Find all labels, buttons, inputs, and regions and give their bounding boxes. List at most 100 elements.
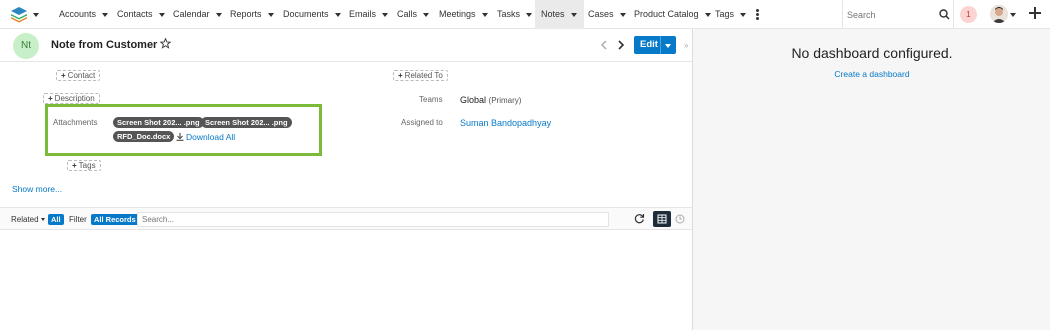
- show-more-link[interactable]: Show more...: [12, 184, 62, 194]
- global-search: [842, 0, 954, 29]
- chevron-down-icon[interactable]: [740, 12, 747, 17]
- plus-icon: +: [61, 71, 66, 80]
- attachment-chip[interactable]: Screen Shot 202... .png: [201, 117, 292, 128]
- add-related-to-pill[interactable]: + Related To: [393, 70, 448, 81]
- nav-accounts[interactable]: Accounts: [59, 0, 109, 29]
- add-contact-pill[interactable]: + Contact: [56, 70, 101, 81]
- download-all-link[interactable]: Download All: [176, 132, 235, 142]
- pill-label: Tags: [78, 161, 96, 170]
- chevron-down-icon[interactable]: [1010, 13, 1016, 17]
- page-title: Note from Customer: [51, 39, 158, 51]
- app-logo-menu[interactable]: [10, 6, 40, 23]
- filter-label: Filter: [69, 215, 87, 224]
- double-chevron-right-icon[interactable]: »: [684, 41, 688, 50]
- pill-label: Related To: [404, 71, 443, 80]
- teams-value[interactable]: Global (Primary): [460, 95, 521, 105]
- no-dashboard-message: No dashboard configured.: [791, 45, 953, 61]
- chevron-down-icon[interactable]: [423, 12, 430, 17]
- attachments-label: Attachments: [53, 118, 98, 127]
- edit-button-label: Edit: [640, 39, 658, 50]
- nav-emails[interactable]: Emails: [349, 0, 389, 29]
- chevron-left-icon[interactable]: [600, 40, 608, 50]
- nav-label: Calendar: [173, 9, 210, 19]
- attachment-chip[interactable]: RFD_Doc.docx: [113, 131, 175, 142]
- favorite-star-icon[interactable]: [160, 38, 171, 49]
- nav-label: Calls: [397, 9, 418, 19]
- quick-create-plus-icon[interactable]: [1029, 7, 1041, 19]
- global-search-input[interactable]: [847, 7, 927, 22]
- add-description-pill[interactable]: + Description: [43, 93, 100, 104]
- record-avatar: Nt: [13, 33, 39, 59]
- chevron-down-icon[interactable]: [481, 12, 488, 17]
- nav-label: Emails: [349, 9, 377, 19]
- chevron-down-icon[interactable]: [665, 44, 671, 48]
- chevron-down-icon[interactable]: [158, 12, 165, 17]
- nav-calendar[interactable]: Calendar: [173, 0, 222, 29]
- nav-tasks[interactable]: Tasks: [497, 0, 533, 29]
- teams-label: Teams: [419, 95, 443, 104]
- chevron-down-icon[interactable]: [334, 12, 341, 17]
- assigned-to-label: Assigned to: [401, 118, 443, 127]
- notification-badge[interactable]: 1: [960, 6, 977, 23]
- nav-label: Contacts: [117, 9, 153, 19]
- edit-button[interactable]: Edit: [634, 36, 676, 54]
- download-icon: [176, 133, 184, 141]
- related-subpanel-toolbar: Related All Filter All Records: [0, 207, 692, 230]
- nav-cases[interactable]: Cases: [588, 0, 626, 29]
- attachment-chip[interactable]: Screen Shot 202... .png: [113, 117, 204, 128]
- search-icon[interactable]: [939, 9, 950, 20]
- chevron-down-icon[interactable]: [382, 12, 389, 17]
- assigned-user-link[interactable]: Suman Bandopadhyay: [460, 118, 551, 128]
- chevron-down-icon[interactable]: [570, 12, 577, 17]
- pill-label: Contact: [67, 71, 96, 80]
- nav-label: Tags: [715, 9, 735, 19]
- plus-icon: +: [48, 94, 53, 103]
- chevron-down-icon[interactable]: [619, 12, 626, 17]
- download-all-label: Download All: [186, 132, 236, 142]
- chevron-down-icon[interactable]: [102, 12, 109, 17]
- nav-label: Tasks: [497, 9, 521, 19]
- refresh-icon[interactable]: [634, 213, 645, 224]
- subpanel-search-input[interactable]: [138, 213, 608, 226]
- nav-tags[interactable]: Tags: [715, 0, 747, 29]
- button-divider: [660, 36, 661, 54]
- layers-logo-icon: [11, 7, 39, 23]
- nav-notes[interactable]: Notes: [535, 0, 584, 29]
- nav-label: Reports: [230, 9, 262, 19]
- plus-icon: +: [72, 161, 77, 170]
- record-header: Nt Note from Customer Edit »: [0, 29, 692, 62]
- more-menu-icon[interactable]: [756, 9, 760, 21]
- list-view-toggle[interactable]: [653, 211, 671, 227]
- plus-icon: +: [398, 71, 403, 80]
- nav-label: Meetings: [439, 9, 476, 19]
- chevron-down-icon[interactable]: [526, 12, 533, 17]
- team-name: Global: [460, 95, 487, 105]
- nav-product-catalog[interactable]: Product Catalog: [634, 0, 711, 29]
- filter-all-records-badge[interactable]: All Records: [91, 214, 139, 225]
- record-view: Nt Note from Customer Edit » + Contact + R…: [0, 29, 692, 330]
- chevron-down-icon: [40, 218, 45, 222]
- nav-label: Documents: [283, 9, 329, 19]
- chevron-down-icon[interactable]: [704, 12, 711, 17]
- nav-contacts[interactable]: Contacts: [117, 0, 165, 29]
- related-label: Related: [11, 215, 39, 224]
- activity-clock-icon[interactable]: [675, 214, 685, 224]
- team-primary-note: (Primary): [488, 96, 522, 105]
- related-all-badge[interactable]: All: [48, 214, 64, 225]
- chevron-down-icon[interactable]: [267, 12, 274, 17]
- nav-documents[interactable]: Documents: [283, 0, 341, 29]
- table-grid-icon: [657, 214, 667, 224]
- nav-meetings[interactable]: Meetings: [439, 0, 488, 29]
- related-dropdown[interactable]: Related: [11, 215, 45, 224]
- nav-label: Notes: [541, 9, 565, 19]
- create-dashboard-link[interactable]: Create a dashboard: [693, 69, 1050, 79]
- dashboard-pane: No dashboard configured. Create a dashbo…: [692, 29, 1050, 330]
- add-tags-pill[interactable]: + Tags: [67, 160, 101, 171]
- top-navbar: Accounts Contacts Calendar Reports Docum…: [0, 0, 1050, 29]
- user-avatar[interactable]: [990, 5, 1008, 23]
- subpanel-search: [137, 212, 609, 227]
- nav-calls[interactable]: Calls: [397, 0, 430, 29]
- chevron-down-icon[interactable]: [215, 12, 222, 17]
- nav-reports[interactable]: Reports: [230, 0, 274, 29]
- chevron-right-icon[interactable]: [617, 40, 625, 50]
